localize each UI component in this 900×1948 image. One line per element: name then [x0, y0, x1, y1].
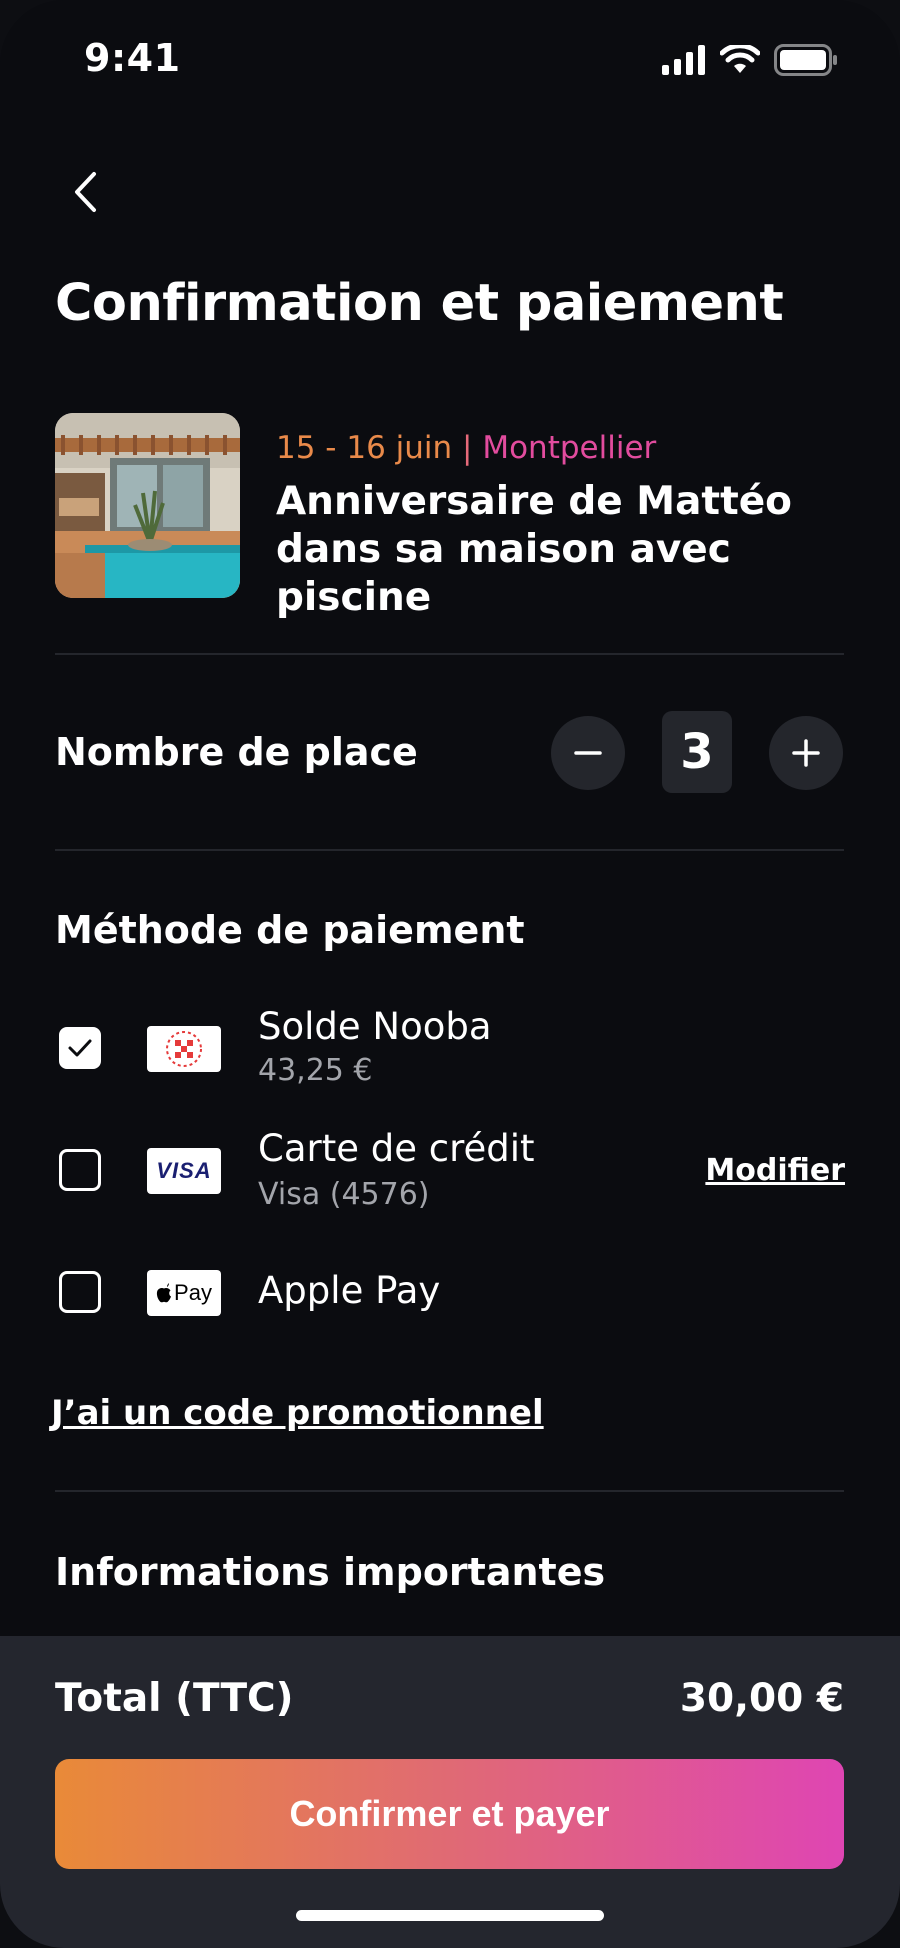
- payment-option-nooba[interactable]: Solde Nooba 43,25 €: [55, 1005, 845, 1088]
- event-separator: |: [462, 430, 473, 466]
- cellular-signal-icon: [662, 45, 705, 75]
- divider: [55, 1490, 844, 1492]
- nooba-logo: [147, 1026, 221, 1072]
- apple-icon: [156, 1283, 172, 1303]
- status-icons: [662, 44, 838, 76]
- apple-pay-label: Apple Pay: [258, 1269, 441, 1312]
- status-time: 9:41: [84, 36, 181, 80]
- credit-card-checkbox[interactable]: [59, 1149, 101, 1191]
- divider: [55, 653, 844, 655]
- decrease-seats-button[interactable]: [551, 716, 625, 790]
- event-date-location: 15 - 16 juin | Montpellier: [276, 430, 656, 466]
- event-image: [55, 413, 240, 598]
- payment-option-apple-pay[interactable]: Pay Apple Pay: [55, 1249, 845, 1329]
- battery-icon: [774, 44, 837, 76]
- nooba-label: Solde Nooba: [258, 1005, 492, 1048]
- home-indicator: [296, 1910, 604, 1921]
- increase-seats-button[interactable]: [769, 716, 843, 790]
- checkout-panel: Total (TTC) 30,00 € Confirmer et payer: [0, 1636, 900, 1948]
- minus-icon: [574, 751, 602, 755]
- seats-count: 3: [662, 711, 732, 793]
- visa-logo: VISA: [147, 1148, 221, 1194]
- chevron-left-icon: [75, 172, 96, 212]
- important-info-title: Informations importantes: [55, 1550, 606, 1594]
- nooba-balance: 43,25 €: [258, 1053, 373, 1088]
- app-screen: 9:41 Confirmation et paiement 15 - 16 ju…: [0, 0, 900, 1948]
- plus-icon: [792, 739, 820, 767]
- confirm-pay-button[interactable]: Confirmer et payer: [55, 1759, 844, 1869]
- event-name: Anniversaire de Mattéo dans sa maison av…: [276, 479, 792, 620]
- payment-method-title: Méthode de paiement: [55, 908, 525, 952]
- wifi-icon: [720, 45, 760, 73]
- nooba-checkbox[interactable]: [59, 1027, 101, 1069]
- apple-pay-logo: Pay: [147, 1270, 221, 1316]
- promo-code-link[interactable]: J’ai un code promotionnel: [51, 1393, 544, 1433]
- event-date: 15 - 16 juin: [276, 430, 453, 466]
- checkmark-icon: [68, 1039, 92, 1057]
- seats-label: Nombre de place: [55, 730, 418, 774]
- event-city: Montpellier: [482, 430, 657, 466]
- divider: [55, 849, 844, 851]
- credit-card-label: Carte de crédit: [258, 1127, 535, 1170]
- total-label: Total (TTC): [55, 1676, 294, 1721]
- credit-card-number: Visa (4576): [258, 1177, 430, 1212]
- page-title: Confirmation et paiement: [55, 274, 784, 333]
- total-value: 30,00 €: [679, 1676, 844, 1721]
- apple-pay-checkbox[interactable]: [59, 1271, 101, 1313]
- back-button[interactable]: [60, 162, 110, 222]
- modify-card-link[interactable]: Modifier: [705, 1153, 845, 1188]
